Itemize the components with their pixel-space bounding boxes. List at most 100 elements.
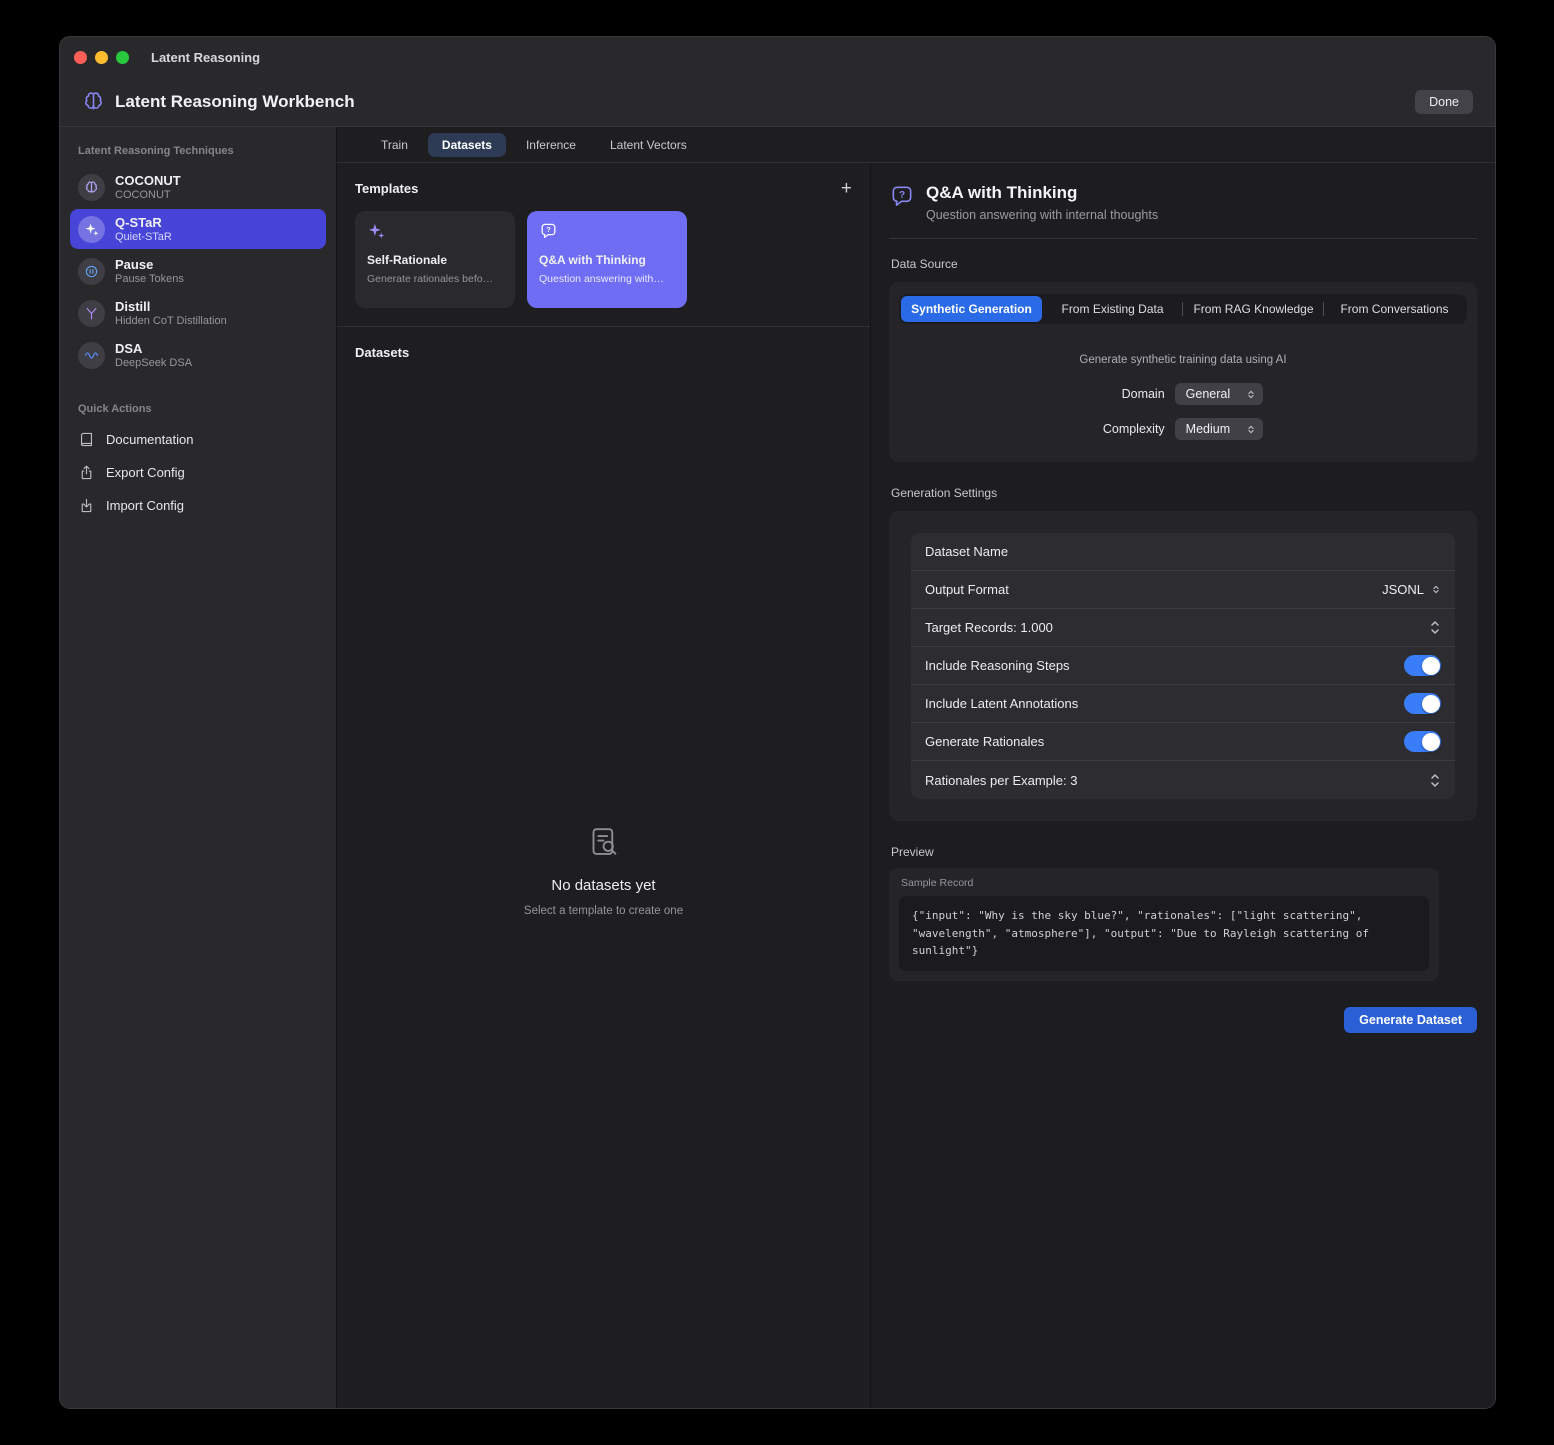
- chat-question-icon: ?: [539, 222, 675, 246]
- divider: [889, 238, 1477, 239]
- domain-value: General: [1186, 387, 1230, 401]
- output-format-popup[interactable]: JSONL: [1382, 582, 1441, 597]
- document-search-icon: [586, 825, 622, 861]
- titlebar: Latent Reasoning: [60, 37, 1495, 77]
- technique-name: COCONUT: [115, 173, 181, 188]
- sparkles-icon: [78, 216, 105, 243]
- page-title: Latent Reasoning Workbench: [115, 92, 355, 112]
- template-description: Question answering with…: [539, 273, 675, 285]
- wave-icon: [78, 342, 105, 369]
- technique-subtitle: Quiet-STaR: [115, 231, 172, 243]
- include-latent-annotations-toggle[interactable]: [1404, 693, 1441, 714]
- domain-label: Domain: [1103, 387, 1165, 401]
- quick-action-label: Documentation: [106, 432, 193, 447]
- sidebar-item-coconut[interactable]: COCONUT COCONUT: [70, 167, 326, 207]
- technique-name: DSA: [115, 341, 192, 356]
- chevron-up-down-icon: [1431, 584, 1441, 595]
- quick-actions-title: Quick Actions: [60, 389, 336, 423]
- complexity-popup[interactable]: Medium: [1175, 418, 1263, 440]
- tab-latent-vectors[interactable]: Latent Vectors: [596, 133, 701, 157]
- sidebar: Latent Reasoning Techniques COCONUT COCO…: [60, 127, 337, 1408]
- preview-label: Preview: [891, 845, 1477, 859]
- detail-panel: ? Q&A with Thinking Question answering w…: [871, 163, 1495, 1408]
- segment-synthetic-generation[interactable]: Synthetic Generation: [901, 296, 1042, 322]
- domain-popup[interactable]: General: [1175, 383, 1263, 405]
- svg-text:?: ?: [546, 226, 550, 234]
- minimize-window-button[interactable]: [95, 51, 108, 64]
- technique-subtitle: Pause Tokens: [115, 273, 184, 285]
- svg-text:?: ?: [899, 190, 905, 201]
- generation-settings-card: Dataset Name Output Format JSONL: [889, 511, 1477, 821]
- zoom-window-button[interactable]: [116, 51, 129, 64]
- generate-rationales-row: Generate Rationales: [911, 723, 1455, 761]
- technique-name: Q-STaR: [115, 215, 172, 230]
- tab-bar: Train Datasets Inference Latent Vectors: [337, 127, 1495, 163]
- target-records-stepper[interactable]: [1429, 619, 1441, 636]
- technique-subtitle: DeepSeek DSA: [115, 357, 192, 369]
- chat-question-icon: ?: [889, 184, 915, 210]
- window-title: Latent Reasoning: [151, 50, 260, 65]
- close-window-button[interactable]: [74, 51, 87, 64]
- output-format-value: JSONL: [1382, 582, 1424, 597]
- quick-action-documentation[interactable]: Documentation: [60, 423, 336, 456]
- app-header: Latent Reasoning Workbench Done: [60, 77, 1495, 127]
- detail-title: Q&A with Thinking: [926, 183, 1158, 203]
- sample-record-code: {"input": "Why is the sky blue?", "ratio…: [899, 896, 1429, 971]
- sidebar-item-dsa[interactable]: DSA DeepSeek DSA: [70, 335, 326, 375]
- quick-action-label: Import Config: [106, 498, 184, 513]
- brain-icon: [82, 90, 105, 113]
- segment-from-conversations[interactable]: From Conversations: [1324, 296, 1465, 322]
- sidebar-item-qstar[interactable]: Q-STaR Quiet-STaR: [70, 209, 326, 249]
- data-source-description: Generate synthetic training data using A…: [899, 354, 1467, 366]
- split-icon: [78, 300, 105, 327]
- quick-action-import-config[interactable]: Import Config: [60, 489, 336, 522]
- import-icon: [78, 497, 95, 514]
- sidebar-section-title: Latent Reasoning Techniques: [60, 131, 336, 165]
- datasets-empty-state: No datasets yet Select a template to cre…: [337, 373, 870, 1408]
- generation-settings-label: Generation Settings: [891, 486, 1477, 500]
- chevron-up-down-icon: [1246, 424, 1256, 435]
- segment-from-existing-data[interactable]: From Existing Data: [1042, 296, 1183, 322]
- datasets-section-title: Datasets: [355, 345, 409, 360]
- preview-panel: Sample Record {"input": "Why is the sky …: [889, 868, 1439, 981]
- templates-section-title: Templates: [355, 181, 418, 196]
- export-icon: [78, 464, 95, 481]
- target-records-row: Target Records: 1.000: [911, 609, 1455, 647]
- detail-subtitle: Question answering with internal thought…: [926, 208, 1158, 222]
- tab-train[interactable]: Train: [367, 133, 422, 157]
- tab-inference[interactable]: Inference: [512, 133, 590, 157]
- template-description: Generate rationales befo…: [367, 273, 503, 285]
- complexity-label: Complexity: [1103, 422, 1165, 436]
- empty-state-subtitle: Select a template to create one: [524, 905, 683, 917]
- template-title: Q&A with Thinking: [539, 253, 675, 267]
- technique-subtitle: COCONUT: [115, 189, 181, 201]
- template-title: Self-Rationale: [367, 253, 503, 267]
- technique-name: Pause: [115, 257, 184, 272]
- complexity-value: Medium: [1186, 422, 1230, 436]
- segment-from-rag-knowledge[interactable]: From RAG Knowledge: [1183, 296, 1324, 322]
- rationales-per-example-stepper[interactable]: [1429, 772, 1441, 789]
- include-reasoning-steps-toggle[interactable]: [1404, 655, 1441, 676]
- sidebar-item-distill[interactable]: Distill Hidden CoT Distillation: [70, 293, 326, 333]
- sparkles-icon: [367, 222, 503, 246]
- tab-datasets[interactable]: Datasets: [428, 133, 506, 157]
- data-source-segmented-control: Synthetic Generation From Existing Data …: [899, 294, 1467, 324]
- data-source-label: Data Source: [891, 257, 1477, 271]
- quick-action-export-config[interactable]: Export Config: [60, 456, 336, 489]
- brain-icon: [78, 174, 105, 201]
- generate-dataset-button[interactable]: Generate Dataset: [1344, 1007, 1477, 1033]
- sidebar-item-pause[interactable]: Pause Pause Tokens: [70, 251, 326, 291]
- technique-name: Distill: [115, 299, 227, 314]
- done-button[interactable]: Done: [1415, 90, 1473, 114]
- dataset-name-field[interactable]: Dataset Name: [911, 533, 1455, 571]
- app-window: Latent Reasoning Latent Reasoning Workbe…: [59, 36, 1496, 1409]
- sample-record-label: Sample Record: [901, 877, 1429, 889]
- generate-rationales-toggle[interactable]: [1404, 731, 1441, 752]
- book-icon: [78, 431, 95, 448]
- template-card-self-rationale[interactable]: Self-Rationale Generate rationales befo…: [355, 211, 515, 308]
- add-template-button[interactable]: +: [841, 182, 852, 196]
- technique-subtitle: Hidden CoT Distillation: [115, 315, 227, 327]
- include-latent-annotations-row: Include Latent Annotations: [911, 685, 1455, 723]
- traffic-lights: [74, 51, 129, 64]
- template-card-qa-with-thinking[interactable]: ? Q&A with Thinking Question answering w…: [527, 211, 687, 308]
